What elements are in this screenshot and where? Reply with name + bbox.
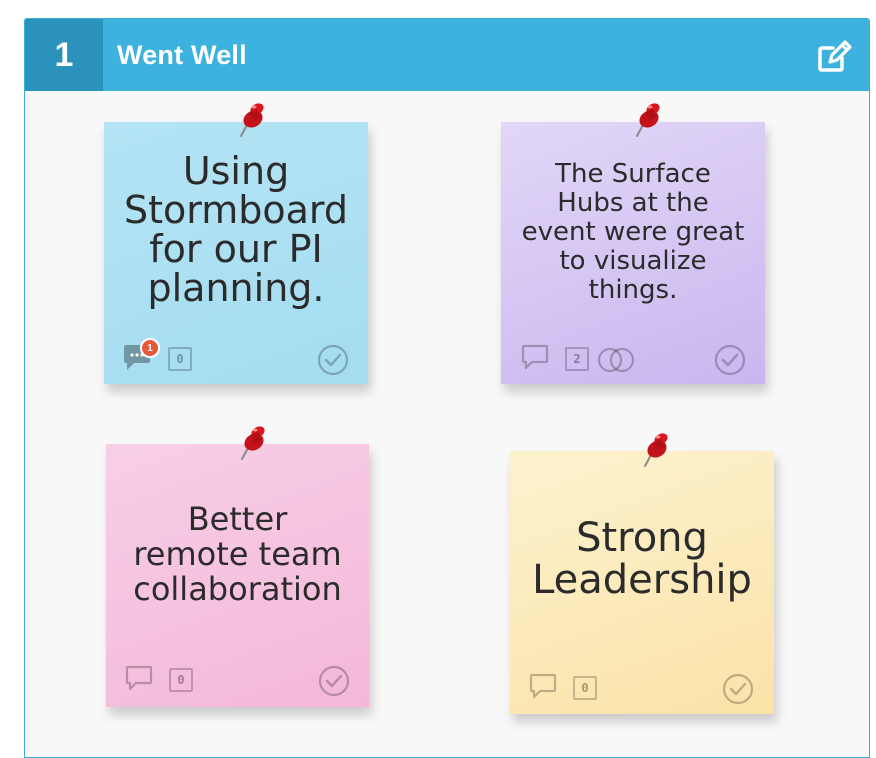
vote-count-icon[interactable]: 2: [565, 347, 589, 371]
check-icon[interactable]: [722, 673, 754, 705]
check-icon[interactable]: [714, 344, 746, 376]
note-text-line: The Surface: [555, 159, 711, 189]
comment-icon[interactable]: [520, 344, 552, 372]
note-text-line: Stormboard: [124, 188, 348, 232]
note-text-line: collaboration: [133, 570, 342, 608]
note-text-line: things.: [588, 275, 678, 305]
sticky-note[interactable]: Better remote team collaboration 0: [106, 444, 369, 707]
note-text-line: Better: [187, 500, 288, 538]
comment-icon[interactable]: [124, 665, 156, 693]
note-text-line: to visualize: [559, 246, 707, 276]
sticky-note[interactable]: Using Stormboard for our PI planning. 1 …: [104, 122, 368, 384]
vote-count-icon[interactable]: 0: [169, 668, 193, 692]
edit-icon[interactable]: [815, 37, 853, 75]
note-text-line: Hubs at the: [557, 188, 709, 218]
note-text-line: planning.: [147, 266, 325, 310]
pushpin-icon: [636, 103, 660, 137]
comment-icon[interactable]: [528, 673, 560, 701]
link-icon[interactable]: [597, 346, 637, 374]
pushpin-icon: [241, 426, 265, 460]
sticky-note[interactable]: Strong Leadership 0: [510, 451, 774, 714]
check-icon[interactable]: [318, 665, 350, 697]
note-text-line: event were great: [521, 217, 745, 247]
note-text-line: for our PI: [149, 227, 323, 271]
vote-count-icon[interactable]: 0: [573, 676, 597, 700]
section-number: 1: [25, 19, 103, 91]
vote-count-icon[interactable]: 0: [168, 347, 192, 371]
check-icon[interactable]: [317, 344, 349, 376]
note-text-line: Strong: [576, 515, 708, 561]
note-text-line: Leadership: [532, 557, 752, 603]
went-well-section: 1 Went Well Using Stormboard for our PI …: [24, 18, 870, 758]
note-text-line: Using: [182, 149, 290, 193]
pushpin-icon: [240, 103, 264, 137]
sticky-note[interactable]: The Surface Hubs at the event were great…: [501, 122, 765, 384]
section-header: 1 Went Well: [25, 19, 869, 91]
pushpin-icon: [644, 433, 668, 467]
comment-count-badge: 1: [140, 338, 160, 358]
section-title[interactable]: Went Well: [117, 40, 247, 71]
note-text-line: remote team: [133, 535, 342, 573]
